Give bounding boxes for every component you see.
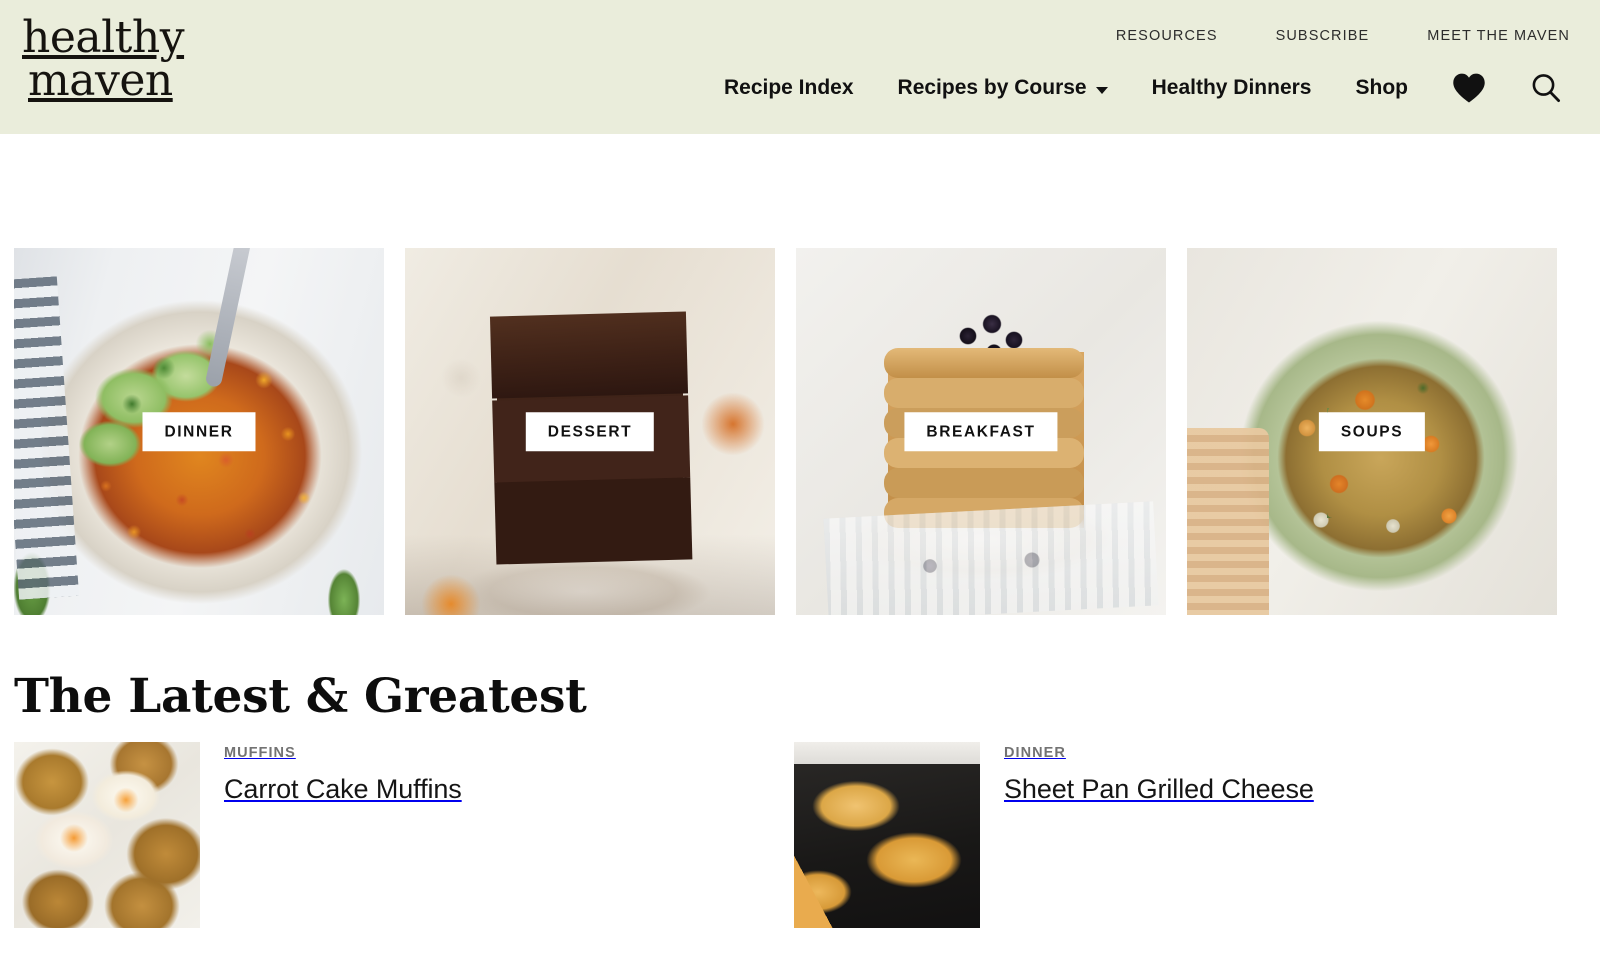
nav-item-label: Healthy Dinners (1151, 76, 1312, 99)
post-category: MUFFINS (224, 745, 296, 761)
category-tile-grid: DINNER DESSERT BREAKFAST SOUPS (14, 248, 1574, 615)
post-thumbnail (14, 742, 200, 928)
topnav-item-meet-the-maven[interactable]: MEET THE MAVEN (1427, 28, 1570, 44)
topnav-item-subscribe[interactable]: SUBSCRIBE (1276, 28, 1370, 44)
category-tile-dinner[interactable]: DINNER (14, 248, 384, 615)
heart-icon[interactable] (1452, 73, 1486, 103)
category-photo-soups (1187, 248, 1557, 615)
section-title-latest-greatest: The Latest & Greatest (14, 669, 587, 724)
search-icon[interactable] (1530, 72, 1562, 104)
post-card-carrot-cake-muffins[interactable]: MUFFINS Carrot Cake Muffins (14, 742, 794, 928)
chevron-down-icon (1095, 86, 1108, 94)
logo-line-2: maven (28, 55, 173, 107)
category-tile-breakfast[interactable]: BREAKFAST (796, 248, 1166, 615)
post-title: Sheet Pan Grilled Cheese (1004, 774, 1314, 804)
nav-item-shop[interactable]: Shop (1356, 76, 1409, 100)
post-photo-sheet-pan-grilled-cheese (794, 742, 980, 928)
nav-item-healthy-dinners[interactable]: Healthy Dinners (1152, 76, 1312, 100)
nav-item-recipes-by-course[interactable]: Recipes by Course (898, 76, 1108, 100)
site-header: healthy maven RESOURCES SUBSCRIBE MEET T… (0, 0, 1600, 134)
nav-item-label: Recipes by Course (897, 76, 1087, 99)
category-label: DINNER (142, 411, 256, 452)
post-card-sheet-pan-grilled-cheese[interactable]: DINNER Sheet Pan Grilled Cheese (794, 742, 1574, 928)
post-text-block: DINNER Sheet Pan Grilled Cheese (980, 742, 1314, 928)
nav-item-recipe-index[interactable]: Recipe Index (724, 76, 854, 100)
post-category: DINNER (1004, 745, 1066, 761)
primary-nav: Recipe Index Recipes by Course Healthy D… (724, 72, 1562, 104)
category-label: BREAKFAST (904, 411, 1058, 452)
category-tile-dessert[interactable]: DESSERT (405, 248, 775, 615)
nav-item-label: Shop (1355, 76, 1409, 99)
logo-line-1: healthy (22, 12, 185, 63)
utility-nav: RESOURCES SUBSCRIBE MEET THE MAVEN (1116, 28, 1570, 44)
post-title: Carrot Cake Muffins (224, 774, 462, 804)
post-thumbnail (794, 742, 980, 928)
topnav-item-resources[interactable]: RESOURCES (1116, 28, 1218, 44)
latest-posts-list: MUFFINS Carrot Cake Muffins DINNER Sheet… (14, 742, 1586, 928)
nav-item-label: Recipe Index (723, 76, 854, 99)
category-tile-soups[interactable]: SOUPS (1187, 248, 1557, 615)
site-logo[interactable]: healthy maven (22, 12, 185, 107)
post-photo-carrot-cake-muffins (14, 742, 200, 928)
category-label: DESSERT (525, 411, 655, 452)
post-text-block: MUFFINS Carrot Cake Muffins (200, 742, 462, 928)
